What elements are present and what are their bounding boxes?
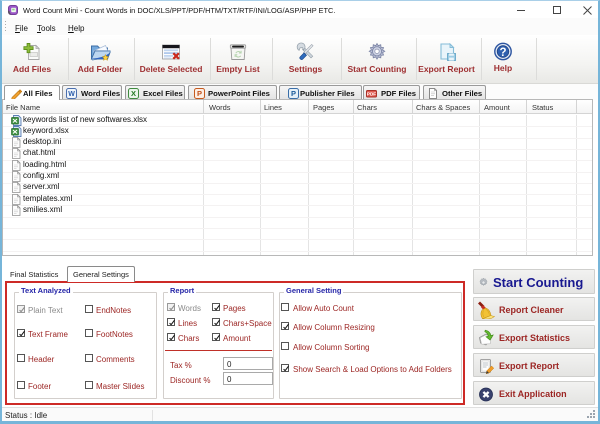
svg-text:W: W [68, 91, 75, 98]
svg-text:X: X [131, 89, 136, 98]
svg-text:P: P [291, 89, 296, 98]
svg-text:PDF: PDF [367, 92, 376, 97]
svg-text:?: ? [499, 47, 506, 59]
svg-text:P: P [197, 89, 202, 98]
